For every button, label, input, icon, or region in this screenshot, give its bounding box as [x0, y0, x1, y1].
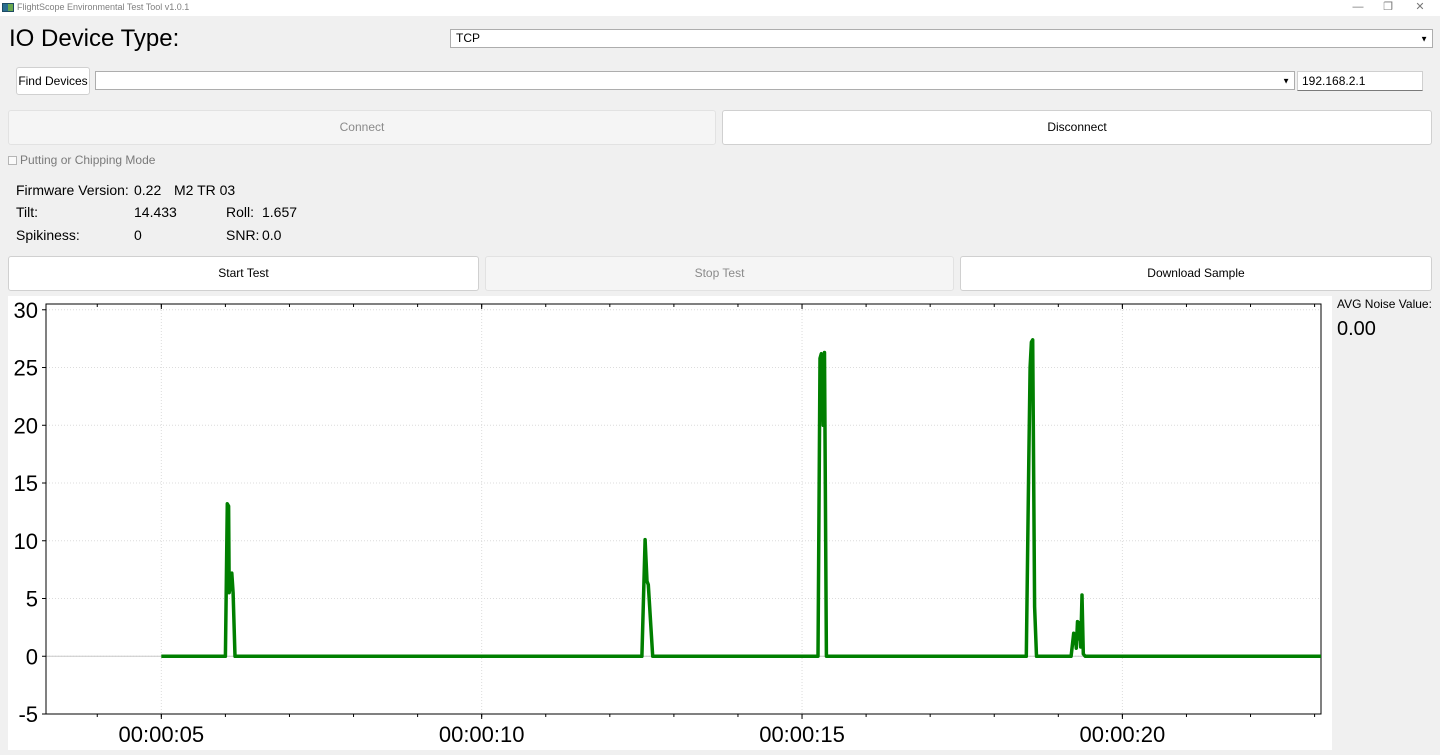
roll-value: 1.657: [262, 204, 298, 220]
tilt-value: 14.433: [134, 204, 177, 220]
x-tick-label: 00:00:05: [119, 722, 205, 747]
y-tick-label: 20: [14, 413, 38, 438]
start-test-button[interactable]: Start Test: [8, 256, 479, 291]
title-bar: FlightScope Environmental Test Tool v1.0…: [0, 0, 1440, 16]
connect-button[interactable]: Connect: [8, 110, 716, 145]
y-tick-label: 30: [14, 298, 38, 323]
snr-label: SNR:: [226, 227, 260, 243]
checkbox-box[interactable]: [8, 155, 17, 165]
io-device-type-value: TCP: [456, 31, 480, 45]
y-tick-label: 0: [26, 644, 38, 669]
putting-chipping-mode-checkbox[interactable]: Putting or Chipping Mode: [8, 153, 155, 167]
ip-address-input[interactable]: 192.168.2.1: [1297, 71, 1423, 91]
stop-test-button[interactable]: Stop Test: [485, 256, 954, 291]
y-tick-label: 5: [26, 587, 38, 612]
roll-label: Roll:: [226, 204, 255, 220]
io-device-type-select[interactable]: TCP ▼: [450, 29, 1433, 48]
plot-frame: [45, 303, 1322, 715]
device-name: M2 TR 03: [174, 182, 236, 198]
spikiness-label: Spikiness:: [16, 227, 80, 243]
dropdown-arrow-icon: ▼: [1420, 34, 1428, 43]
y-tick-label: 10: [14, 529, 38, 554]
avg-noise-value: 0.00: [1337, 318, 1376, 340]
device-select[interactable]: ▼: [95, 71, 1295, 90]
x-tick-label: 00:00:20: [1080, 722, 1166, 747]
x-tick-label: 00:00:15: [759, 722, 845, 747]
noise-series-line: [161, 338, 1321, 659]
restore-icon[interactable]: ❐: [1373, 0, 1403, 16]
close-icon[interactable]: ✕: [1405, 0, 1435, 16]
dropdown-arrow-icon: ▼: [1282, 76, 1290, 85]
firmware-label: Firmware Version:: [16, 182, 129, 198]
y-tick-label: 25: [14, 356, 38, 381]
disconnect-button[interactable]: Disconnect: [722, 110, 1432, 145]
noise-chart: -5 0 5 10 15 20 25 30 00:00:05 00:00:10 00:00:15 00…: [8, 296, 1332, 750]
find-devices-button[interactable]: Find Devices: [16, 67, 90, 95]
download-sample-button[interactable]: Download Sample: [960, 256, 1432, 291]
x-tick-label: 00:00:10: [439, 722, 525, 747]
y-tick-label: -5: [18, 702, 38, 727]
io-device-type-label: IO Device Type:: [9, 25, 180, 52]
y-tick-label: 15: [14, 471, 38, 496]
firmware-value: 0.22: [134, 182, 162, 198]
noise-chart-svg: -5 0 5 10 15 20 25 30 00:00:05 00:00:10 00:00:15 00…: [14, 298, 1322, 747]
app-icon: [2, 3, 14, 12]
avg-noise-label: AVG Noise Value:: [1337, 297, 1432, 311]
minimize-icon[interactable]: —: [1343, 0, 1373, 16]
spikiness-value: 0: [134, 227, 142, 243]
putting-chipping-mode-label: Putting or Chipping Mode: [20, 153, 156, 167]
window-title: FlightScope Environmental Test Tool v1.0…: [17, 2, 190, 12]
snr-value: 0.0: [262, 227, 282, 243]
tilt-label: Tilt:: [16, 204, 39, 220]
